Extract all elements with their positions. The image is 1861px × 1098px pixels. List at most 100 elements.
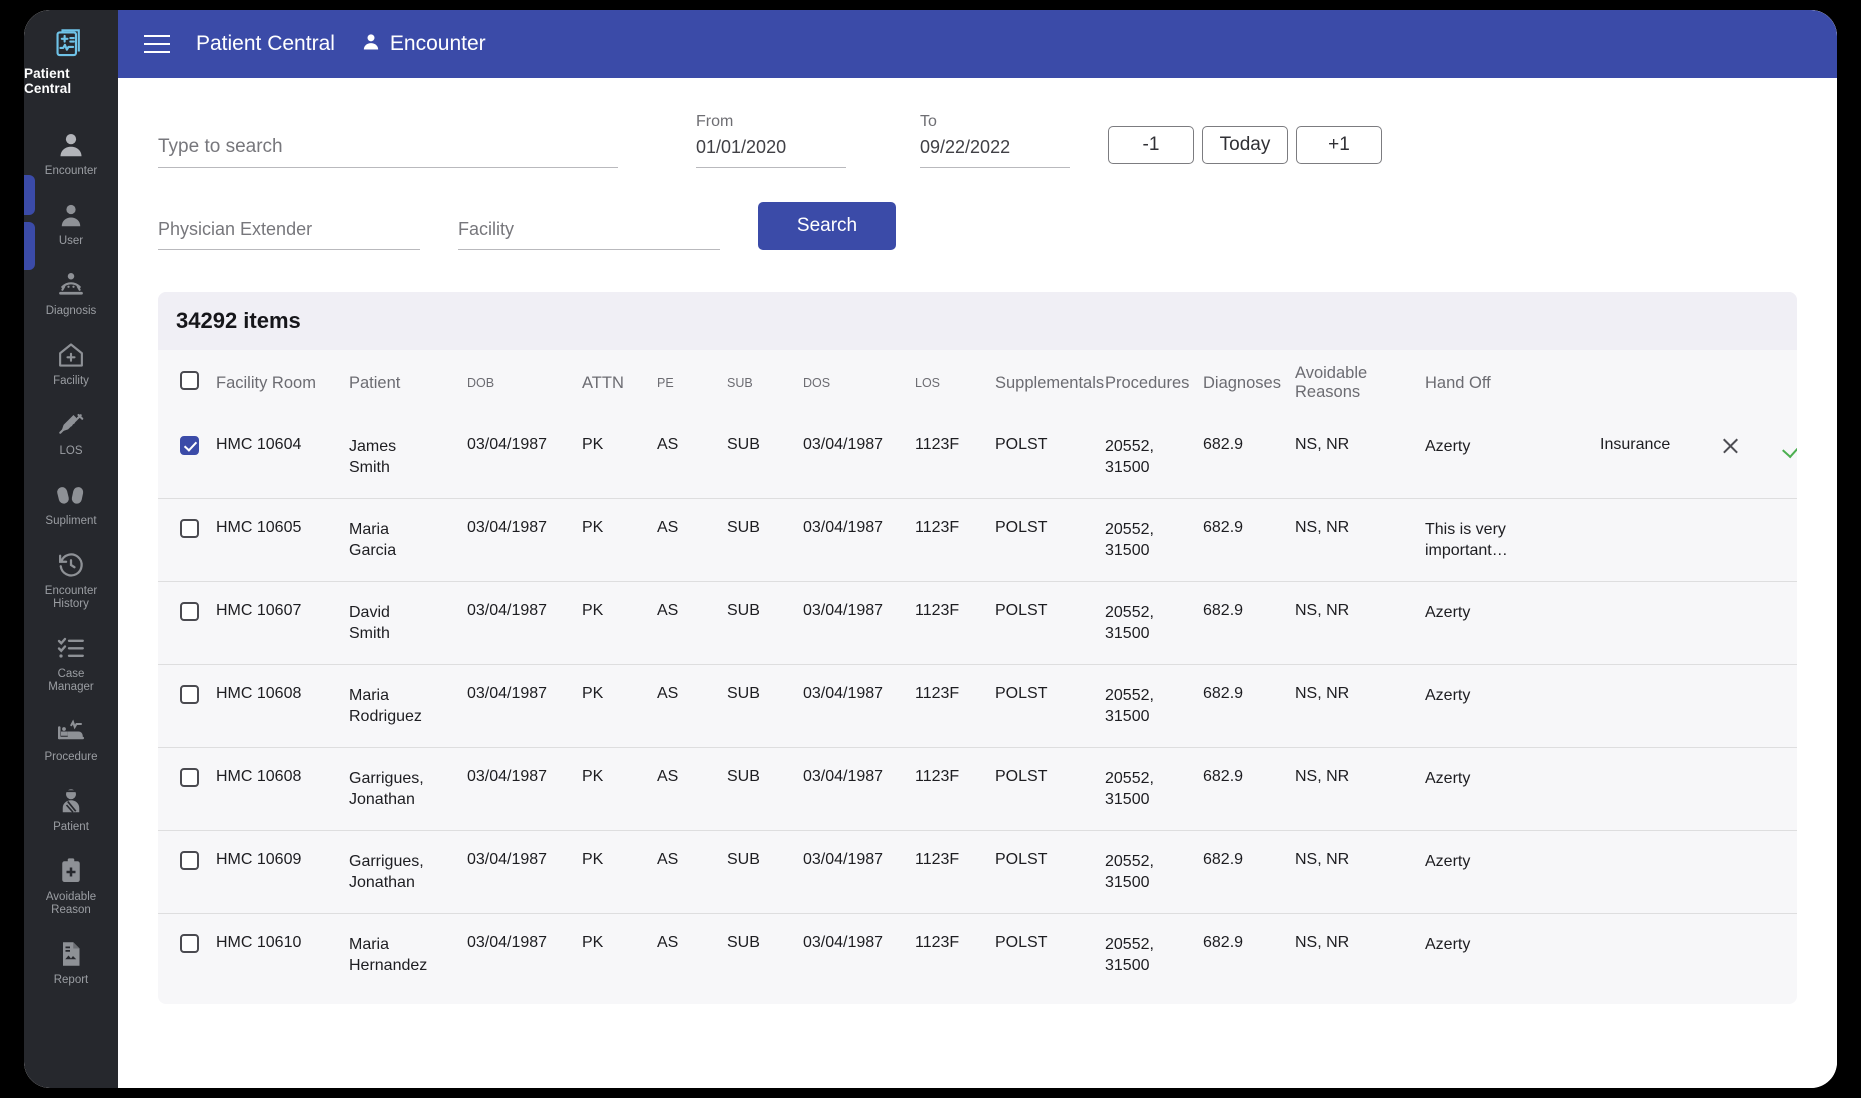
column-attn[interactable]: ATTN [582,350,657,416]
edge-tab-indicator-1[interactable] [24,175,35,215]
cell-attn: PK [582,498,657,582]
cell-hand-off: Azerty [1425,936,1471,953]
facility-input[interactable]: Facility [458,214,720,250]
cell-confirm [1780,914,1797,997]
cell-facility-room: HMC 10604 [216,416,349,499]
sidebar-item-avoidable-reason[interactable]: Avoidable Reason [24,856,118,917]
row-checkbox[interactable] [180,768,199,787]
to-date-input[interactable]: To 09/22/2022 [920,112,1070,168]
sidebar-item-los[interactable]: LOS [24,410,118,458]
sidebar-item-label: Facility [53,375,89,387]
hamburger-icon[interactable] [144,34,170,54]
cell-pe: AS [657,747,727,831]
column-hand-off[interactable]: Hand Off [1425,350,1600,416]
cell-hand-off: Azerty [1425,830,1600,914]
next-day-button[interactable]: +1 [1296,126,1382,164]
cell-los: 1123F [915,747,995,831]
column-supplementals[interactable]: Supplementals [995,350,1105,416]
row-select-cell [158,498,216,582]
row-checkbox[interactable] [180,685,199,704]
cell-action-label[interactable]: Insurance [1600,416,1720,499]
edge-tab-indicator-2[interactable] [24,222,35,270]
cell-dob: 03/04/1987 [467,934,548,951]
cell-diagnoses: 682.9 [1203,830,1295,914]
sidebar-item-patient[interactable]: Patient [24,786,118,834]
column-procedures[interactable]: Procedures [1105,350,1203,416]
column-action-label [1600,350,1720,416]
cell-diagnoses: 682.9 [1203,934,1244,951]
column-confirm [1780,350,1797,416]
row-checkbox[interactable] [180,934,199,953]
sidebar-item-facility[interactable]: Facility [24,340,118,388]
cell-supplementals: POLST [995,934,1048,951]
column-pe[interactable]: PE [657,350,727,416]
previous-day-button[interactable]: -1 [1108,126,1194,164]
row-checkbox[interactable] [180,519,199,538]
row-checkbox[interactable] [180,436,199,455]
cell-procedures: 20552, 31500 [1105,936,1154,974]
table-row[interactable]: HMC 10607 David Smith 03/04/1987 PK AS SUB 03/… [158,581,1797,665]
sidebar-item-report[interactable]: Report [24,939,118,987]
table-row[interactable]: HMC 10608 Garrigues, Jonathan 03/04/1987 PK… [158,747,1797,831]
input-underline [158,167,618,168]
check-icon[interactable] [1780,436,1797,460]
column-patient[interactable]: Patient [349,350,467,416]
cell-avoidable-reasons: NS, NR [1295,747,1425,831]
table-row[interactable]: HMC 10610 Maria Hernandez 03/04/1987 PK AS SU… [158,914,1797,997]
cell-dob: 03/04/1987 [467,664,582,748]
cell-dob: 03/04/1987 [467,498,582,582]
cell-attn: PK [582,664,657,748]
close-x-icon[interactable] [1720,436,1740,456]
section-label: Encounter [389,32,486,55]
person-icon [361,32,381,57]
column-los[interactable]: LOS [915,350,995,416]
sidebar-item-case-manager[interactable]: Case Manager [24,633,118,694]
column-diagnoses[interactable]: Diagnoses [1203,350,1295,416]
sidebar-item-diagnosis[interactable]: Diagnosis [24,270,118,318]
table-row[interactable]: HMC 10604 James Smith 03/04/1987 PK AS SUB 03/… [158,416,1797,499]
search-input[interactable]: Type to search [158,132,618,168]
column-dos[interactable]: DOS [803,350,915,416]
cell-dob: 03/04/1987 [467,416,582,499]
sidebar-item-procedure[interactable]: Procedure [24,716,118,764]
sidebar-item-user[interactable]: User [24,200,118,248]
cell-confirm [1780,498,1797,582]
pills-icon [56,480,86,510]
cell-pe: AS [657,416,727,499]
cell-sub: SUB [727,664,803,748]
cell-patient: Maria Hernandez [349,936,428,974]
row-checkbox[interactable] [180,602,199,621]
day-navigation-group: -1 Today +1 [1108,126,1382,168]
clock-history-icon [56,550,86,580]
application-window: Patient Central Encounter User Diagnosis… [24,10,1837,1088]
sidebar-item-label: Report [53,974,89,986]
cell-patient: Garrigues, Jonathan [349,830,467,914]
today-button[interactable]: Today [1202,126,1288,164]
cell-attn: PK [582,747,657,831]
cell-los: 1123F [915,664,995,748]
table-row[interactable]: HMC 10605 Maria Garcia 03/04/1987 PK AS SUB 03… [158,498,1797,582]
column-dob[interactable]: DOB [467,350,582,416]
select-all-checkbox[interactable] [180,371,199,390]
physician-extender-input[interactable]: Physician Extender [158,214,420,250]
cell-sub: SUB [727,416,803,499]
search-button[interactable]: Search [758,202,896,250]
column-avoidable-reasons[interactable]: Avoidable Reasons [1295,350,1425,416]
sidebar-brand[interactable]: Patient Central [24,26,118,96]
input-underline [920,167,1070,168]
input-underline [696,167,846,168]
cell-sub: SUB [727,581,803,665]
from-date-input[interactable]: From 01/01/2020 [696,112,846,168]
sidebar-item-encounter-history[interactable]: Encounter History [24,550,118,611]
column-facility-room[interactable]: Facility Room [216,350,349,416]
sidebar-item-label: User [58,235,84,247]
sidebar-item-supliment[interactable]: Supliment [24,480,118,528]
table-row[interactable]: HMC 10609 Garrigues, Jonathan 03/04/1987 PK… [158,830,1797,914]
column-sub[interactable]: SUB [727,350,803,416]
cell-facility-room: HMC 10607 [216,581,349,665]
cell-dob: 03/04/1987 [467,581,582,665]
table-row[interactable]: HMC 10608 Maria Rodriguez 03/04/1987 PK AS SU… [158,664,1797,748]
sidebar-item-encounter[interactable]: Encounter [24,130,118,178]
cell-pe: AS [657,581,727,665]
row-checkbox[interactable] [180,851,199,870]
